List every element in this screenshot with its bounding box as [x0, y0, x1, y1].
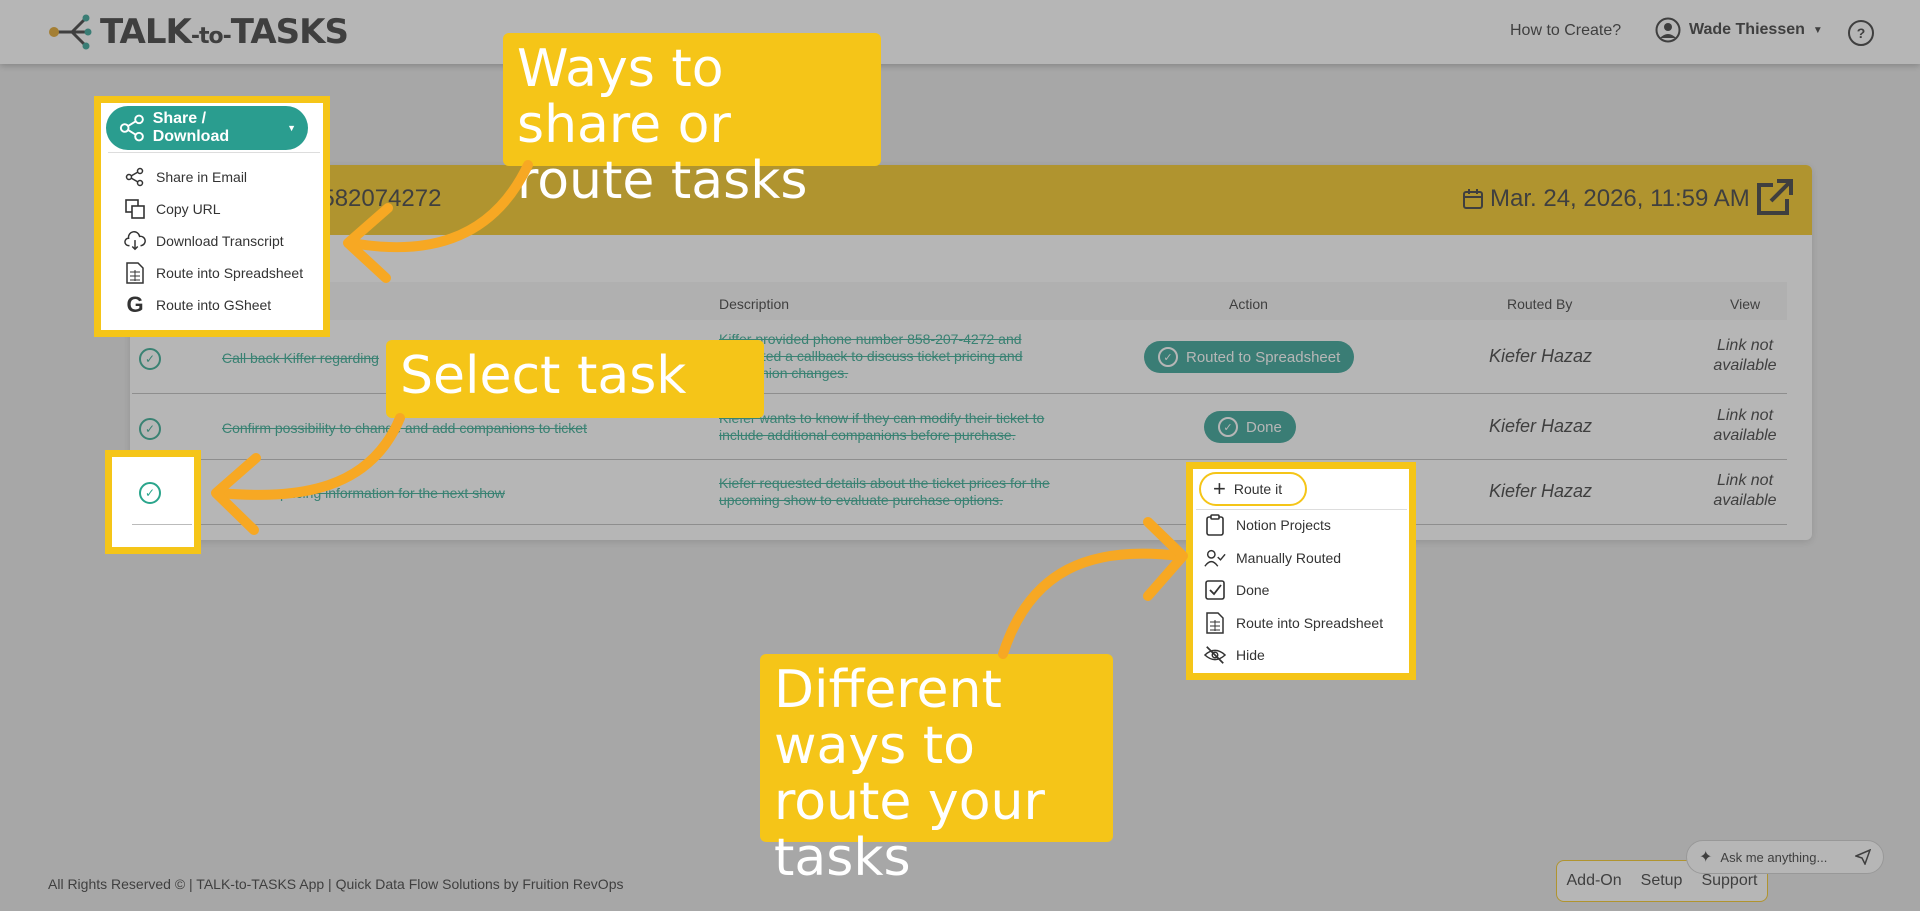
annotation-arrows: [211, 160, 1188, 659]
